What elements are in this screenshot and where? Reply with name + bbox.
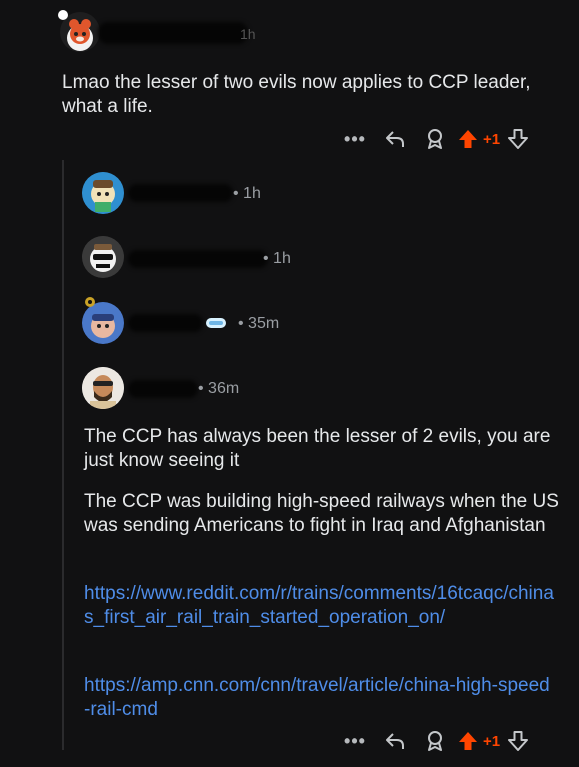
award-icon bbox=[425, 730, 445, 752]
comment-actions: ••• +1 bbox=[335, 726, 530, 756]
reply-time: • 36m bbox=[198, 380, 240, 397]
avatar[interactable] bbox=[82, 172, 124, 214]
vote-count: +1 bbox=[483, 130, 501, 148]
avatar[interactable] bbox=[82, 236, 124, 278]
reply-link[interactable]: https://amp.cnn.com/cnn/travel/article/c… bbox=[84, 674, 554, 722]
more-options-button[interactable]: ••• bbox=[335, 726, 375, 756]
reply-time: • 35m bbox=[238, 315, 280, 332]
thread-line bbox=[62, 160, 64, 750]
reply-paragraph: The CCP was building high-speed railways… bbox=[84, 491, 559, 536]
redacted-username bbox=[128, 184, 233, 202]
upvote-button[interactable] bbox=[455, 124, 481, 154]
redacted-username bbox=[128, 250, 268, 268]
redacted-username bbox=[128, 380, 198, 398]
more-icon: ••• bbox=[344, 128, 366, 149]
reply-link[interactable]: https://www.reddit.com/r/trains/comments… bbox=[84, 582, 554, 630]
downvote-icon bbox=[508, 129, 529, 149]
redacted-username bbox=[98, 22, 248, 44]
award-button[interactable] bbox=[415, 726, 455, 756]
upvote-icon bbox=[458, 731, 478, 751]
reply-icon bbox=[384, 129, 406, 149]
reply-button[interactable] bbox=[375, 124, 415, 154]
award-icon bbox=[425, 128, 445, 150]
redacted-username bbox=[128, 314, 203, 332]
comment-time: 1h bbox=[240, 26, 256, 42]
more-icon: ••• bbox=[344, 730, 366, 751]
reply-icon bbox=[384, 731, 406, 751]
upvote-icon bbox=[458, 129, 478, 149]
avatar[interactable] bbox=[82, 302, 124, 344]
vote-count: +1 bbox=[483, 732, 501, 750]
more-options-button[interactable]: ••• bbox=[335, 124, 375, 154]
upvote-button[interactable] bbox=[455, 726, 481, 756]
reply-button[interactable] bbox=[375, 726, 415, 756]
downvote-button[interactable] bbox=[506, 726, 530, 756]
reply-paragraph: The CCP has always been the lesser of 2 … bbox=[84, 426, 551, 471]
avatar[interactable] bbox=[82, 367, 124, 409]
award-button[interactable] bbox=[415, 124, 455, 154]
comment-actions: ••• +1 bbox=[335, 124, 530, 154]
reply-time: • 1h bbox=[233, 185, 261, 202]
comment-body: Lmao the lesser of two evils now applies… bbox=[62, 72, 531, 117]
badge-icon bbox=[84, 296, 96, 308]
downvote-button[interactable] bbox=[506, 124, 530, 154]
online-badge bbox=[58, 10, 68, 20]
reply-time: • 1h bbox=[263, 250, 291, 267]
flair-icon bbox=[205, 316, 227, 330]
downvote-icon bbox=[508, 731, 529, 751]
